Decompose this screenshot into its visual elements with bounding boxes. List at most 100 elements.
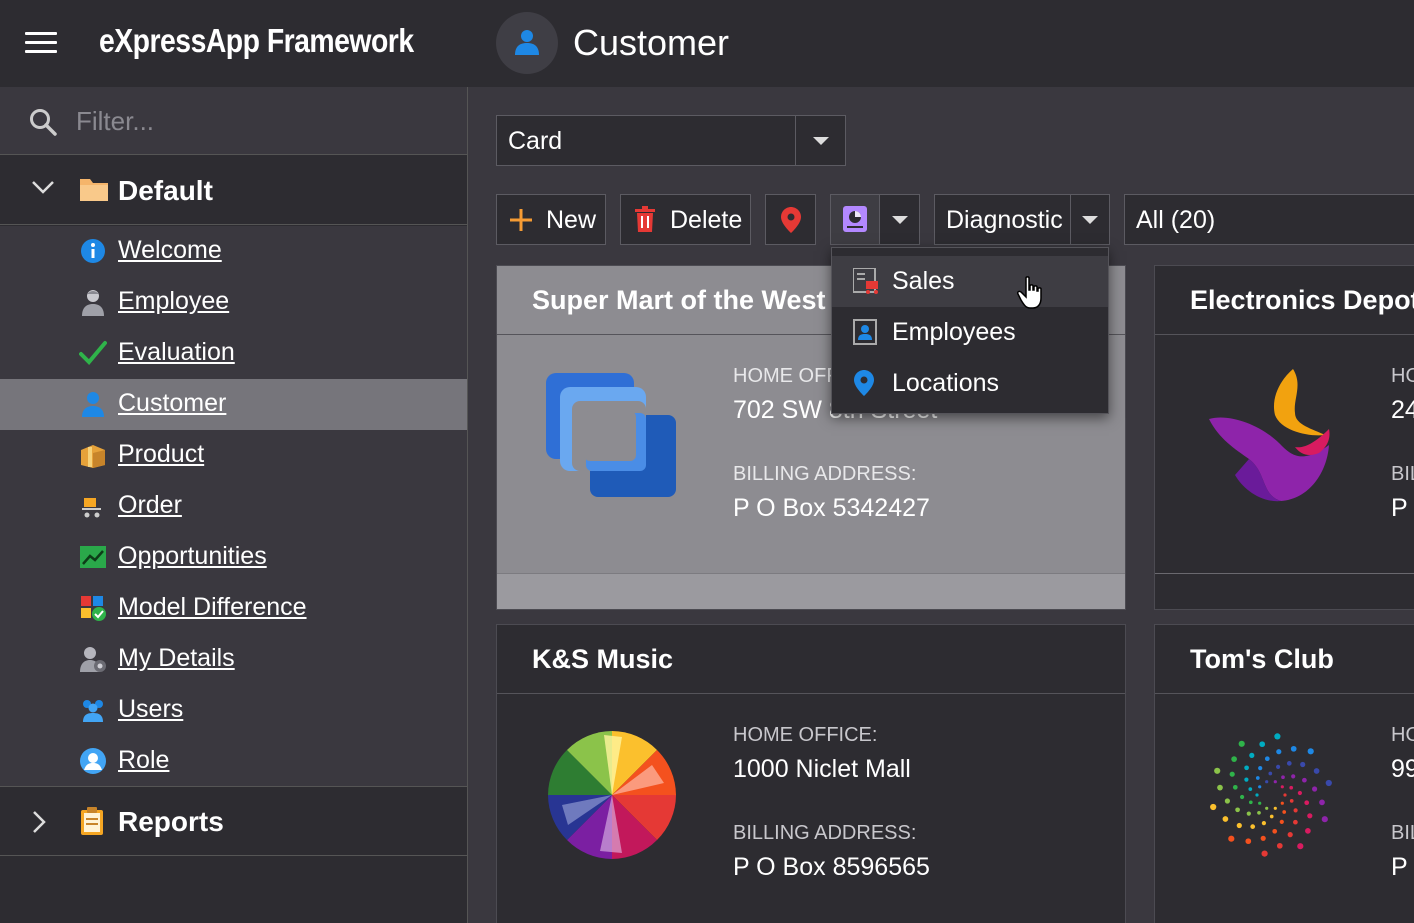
show-on-map-button[interactable] bbox=[765, 194, 816, 245]
card-title: Electronics Depot bbox=[1190, 285, 1414, 315]
billing-address-label: BIL bbox=[1391, 463, 1414, 485]
sidebar-item-label: Opportunities bbox=[118, 542, 267, 570]
users-icon bbox=[83, 700, 103, 722]
role-icon bbox=[80, 748, 106, 774]
sidebar-item-welcome[interactable]: Welcome bbox=[0, 226, 467, 277]
chart-up-icon bbox=[80, 546, 106, 568]
billing-address-value: P ( bbox=[1391, 853, 1414, 881]
diagnostic-label: Diagnostic bbox=[946, 206, 1063, 234]
sidebar-item-product[interactable]: Product bbox=[0, 430, 467, 481]
search-icon bbox=[30, 109, 57, 136]
new-button[interactable]: New bbox=[496, 194, 606, 245]
delete-button-label: Delete bbox=[670, 206, 743, 234]
billing-address-value: P ( bbox=[1391, 494, 1414, 522]
menu-item-sales[interactable]: Sales bbox=[832, 256, 1108, 307]
home-office-label: HO bbox=[1391, 724, 1414, 746]
billing-address-label: BILLING ADDRESS: bbox=[733, 463, 917, 485]
card-header: K&S Music bbox=[497, 625, 1125, 694]
customer-icon bbox=[496, 12, 558, 74]
sidebar-item-customer[interactable]: Customer bbox=[0, 379, 467, 430]
split-separator bbox=[879, 195, 880, 244]
user-settings-icon bbox=[80, 647, 106, 672]
info-icon bbox=[81, 239, 105, 263]
menu-item-label: Sales bbox=[892, 267, 955, 295]
sidebar-item-order[interactable]: Order bbox=[0, 481, 467, 532]
sidebar-item-role[interactable]: Role bbox=[0, 736, 467, 787]
employees-report-icon bbox=[853, 319, 877, 345]
home-office-value: 24 bbox=[1391, 396, 1414, 424]
employee-icon bbox=[82, 290, 104, 316]
select-separator bbox=[795, 116, 796, 165]
report-icon bbox=[843, 206, 867, 232]
sidebar-item-label: My Details bbox=[118, 644, 235, 672]
nav-filter-input[interactable] bbox=[76, 101, 446, 141]
nav-filter bbox=[0, 87, 467, 155]
chevron-down-icon[interactable] bbox=[892, 216, 908, 224]
menu-item-locations[interactable]: Locations bbox=[832, 358, 1108, 409]
nav-group-label: Reports bbox=[118, 806, 224, 837]
customer-logo bbox=[546, 373, 676, 497]
order-cart-icon bbox=[82, 498, 101, 518]
customer-icon bbox=[82, 392, 104, 417]
sidebar-item-employee[interactable]: Employee bbox=[0, 277, 467, 328]
delete-button[interactable]: Delete bbox=[620, 194, 751, 245]
reports-dropdown-menu: Sales Employees Locations bbox=[831, 247, 1109, 414]
sidebar-item-label: Employee bbox=[118, 287, 230, 315]
home-office-label: HOME OFFICE: bbox=[733, 724, 878, 746]
hamburger-menu-icon[interactable] bbox=[25, 32, 57, 54]
nav-group-default[interactable]: Default bbox=[0, 156, 467, 225]
customer-logo bbox=[1209, 369, 1330, 502]
chevron-down-icon bbox=[32, 181, 54, 194]
top-bar: eXpressApp Framework Customer bbox=[0, 0, 1414, 87]
home-office-value: 1000 Niclet Mall bbox=[733, 755, 911, 783]
sidebar-item-model-difference[interactable]: Model Difference bbox=[0, 583, 467, 634]
sidebar-item-label: Evaluation bbox=[118, 338, 235, 366]
sidebar-item-evaluation[interactable]: Evaluation bbox=[0, 328, 467, 379]
new-button-label: New bbox=[546, 206, 597, 234]
billing-address-label: BIL bbox=[1391, 822, 1414, 844]
sales-report-icon bbox=[853, 268, 878, 294]
chevron-down-icon bbox=[813, 137, 829, 145]
menu-item-label: Locations bbox=[892, 369, 1000, 397]
nav-item-list: Welcome Employee Evaluation Customer Pro… bbox=[0, 226, 467, 787]
view-variant-select[interactable]: Card bbox=[496, 115, 846, 166]
view-variant-value: Card bbox=[508, 127, 563, 155]
sidebar-item-opportunities[interactable]: Opportunities bbox=[0, 532, 467, 583]
billing-address-label: BILLING ADDRESS: bbox=[733, 822, 917, 844]
sidebar-item-my-details[interactable]: My Details bbox=[0, 634, 467, 685]
billing-address-value: P O Box 5342427 bbox=[733, 494, 930, 522]
filter-select-value: All (20) bbox=[1136, 206, 1216, 234]
nav-group-reports[interactable]: Reports bbox=[0, 787, 467, 856]
customer-logo bbox=[1210, 733, 1332, 857]
card-header: Tom's Club bbox=[1155, 625, 1414, 694]
card-footer bbox=[497, 573, 1125, 609]
model-difference-icon bbox=[81, 596, 106, 621]
map-pin-icon bbox=[781, 207, 801, 233]
diagnostic-dropdown[interactable]: Diagnostic bbox=[934, 194, 1110, 245]
customer-card[interactable]: K&S Music HOME OFFICE: 1000 Niclet Mall … bbox=[496, 624, 1126, 923]
plus-icon bbox=[510, 209, 532, 231]
card-title: Super Mart of the West bbox=[532, 285, 826, 315]
nav-group-label: Default bbox=[118, 175, 213, 206]
sidebar-item-users[interactable]: Users bbox=[0, 685, 467, 736]
chevron-down-icon[interactable] bbox=[1082, 216, 1098, 224]
split-separator bbox=[1070, 195, 1071, 244]
location-pin-icon bbox=[854, 370, 874, 396]
menu-item-label: Employees bbox=[892, 318, 1016, 346]
card-title: Tom's Club bbox=[1190, 644, 1334, 674]
product-box-icon bbox=[81, 445, 105, 468]
menu-item-employees[interactable]: Employees bbox=[832, 307, 1108, 358]
sidebar-item-label: Model Difference bbox=[118, 593, 307, 621]
customer-logo bbox=[548, 731, 676, 859]
filter-select[interactable]: All (20) bbox=[1124, 194, 1414, 245]
customer-card[interactable]: Tom's Club HO 99 BIL P ( bbox=[1154, 624, 1414, 923]
customer-card[interactable]: Electronics Depot HO 24 BIL P ( bbox=[1154, 265, 1414, 610]
sidebar-item-label: Welcome bbox=[118, 236, 222, 264]
reports-dropdown-button[interactable] bbox=[830, 194, 920, 245]
reports-main-area[interactable] bbox=[831, 195, 879, 244]
card-footer bbox=[1155, 573, 1414, 609]
card-title: K&S Music bbox=[532, 644, 674, 674]
sidebar-item-label: Role bbox=[118, 746, 170, 774]
clipboard-icon bbox=[81, 807, 103, 835]
billing-address-value: P O Box 8596565 bbox=[733, 853, 930, 881]
